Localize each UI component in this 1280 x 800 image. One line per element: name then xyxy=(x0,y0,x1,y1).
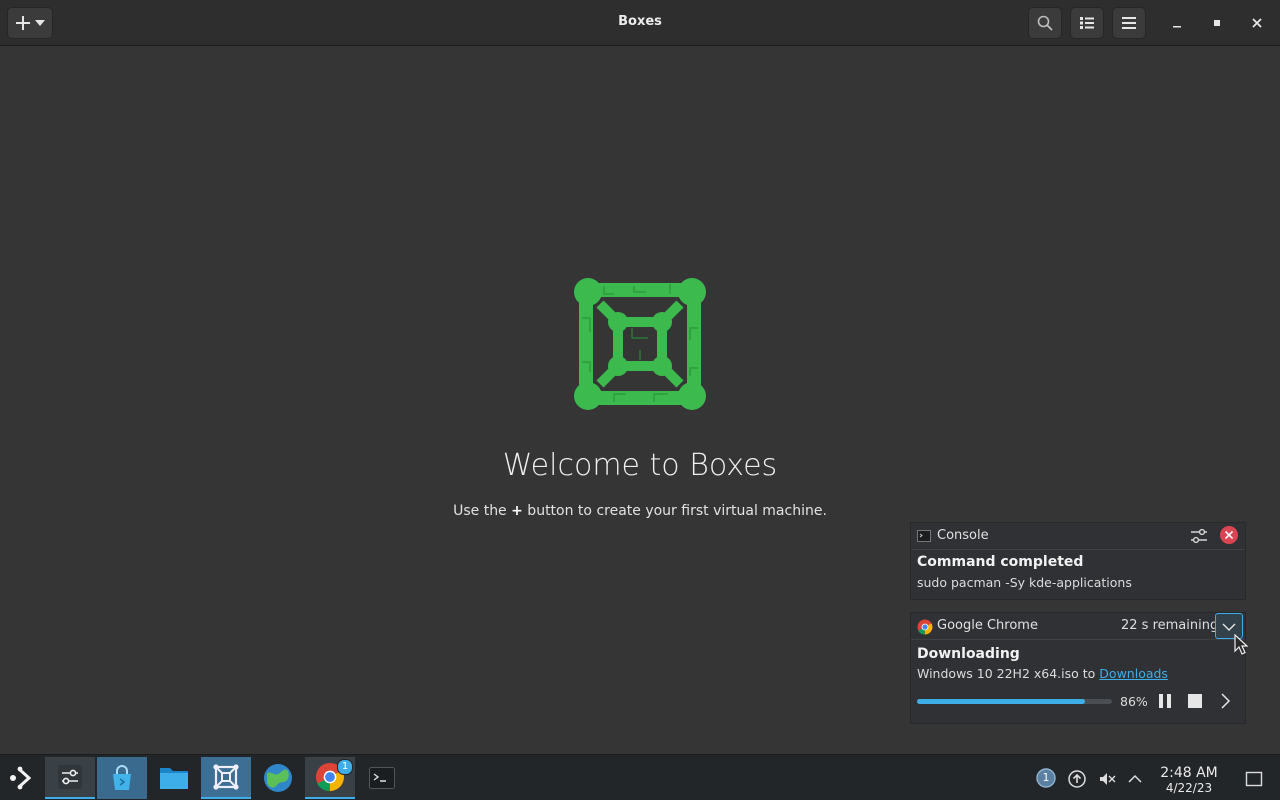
volume-muted-icon[interactable] xyxy=(1098,770,1116,788)
application-launcher-button[interactable] xyxy=(0,757,44,799)
notification-body: Windows 10 22H2 x64.iso to Downloads xyxy=(917,666,1168,681)
tray-badge-count: 1 xyxy=(1042,771,1050,784)
console-app-icon xyxy=(917,530,931,542)
notification-title: Command completed xyxy=(917,554,1084,570)
folder-icon xyxy=(160,768,188,789)
show-hidden-icons-chevron-up-icon[interactable] xyxy=(1126,770,1144,788)
close-window-button[interactable] xyxy=(1247,13,1267,33)
taskbar: 1 1 2:48 AM 4/22/23 xyxy=(0,754,1280,800)
notification-app-name: Google Chrome xyxy=(937,618,1038,633)
boxes-logo-icon xyxy=(574,278,706,410)
taskbar-app-konsole[interactable] xyxy=(357,757,407,799)
close-notification-icon[interactable] xyxy=(1219,525,1239,545)
minimize-icon xyxy=(1173,26,1181,28)
download-progress-bar xyxy=(917,699,1112,704)
notification-header: Google Chrome 22 s remaining xyxy=(911,613,1245,640)
notification-app-name: Console xyxy=(937,528,989,543)
maximize-button[interactable] xyxy=(1207,13,1227,33)
notification-body: sudo pacman -Sy kde-applications xyxy=(917,575,1132,590)
configure-notification-icon[interactable] xyxy=(1190,528,1208,544)
pause-download-icon[interactable] xyxy=(1157,693,1173,709)
system-settings-icon xyxy=(58,765,82,789)
header-bar: Boxes xyxy=(0,0,1280,46)
search-icon xyxy=(1037,15,1053,31)
download-progress-fill xyxy=(917,699,1085,704)
launcher-icon xyxy=(10,766,32,790)
chrome-download-notification[interactable]: Google Chrome 22 s remaining Downloading… xyxy=(910,612,1246,724)
download-progress-label: 86% xyxy=(1120,694,1148,709)
minimize-button[interactable] xyxy=(1167,13,1187,33)
maximize-icon xyxy=(1214,20,1220,26)
show-desktop-icon[interactable] xyxy=(1245,770,1263,788)
terminal-icon xyxy=(369,767,395,789)
console-notification[interactable]: Console Command completed sudo pacman -S… xyxy=(910,522,1246,600)
chrome-badge: 1 xyxy=(337,759,353,775)
welcome-title: Welcome to Boxes xyxy=(502,448,778,483)
boxes-app-icon xyxy=(213,764,239,790)
welcome-subtitle: Use the + button to create your first vi… xyxy=(0,503,1280,519)
discover-store-icon xyxy=(113,765,131,790)
downloads-folder-link[interactable]: Downloads xyxy=(1099,666,1168,681)
taskbar-app-web-browser[interactable] xyxy=(253,757,303,799)
taskbar-app-boxes[interactable] xyxy=(201,757,251,799)
tray-notification-count[interactable]: 1 xyxy=(1036,768,1056,788)
updates-icon[interactable] xyxy=(1068,770,1086,788)
stop-download-icon[interactable] xyxy=(1187,693,1203,709)
clock-time[interactable]: 2:48 AM xyxy=(1150,765,1228,781)
download-time-remaining: 22 s remaining xyxy=(1121,618,1219,633)
main-menu-button[interactable] xyxy=(1112,7,1146,39)
taskbar-app-discover[interactable] xyxy=(97,757,147,799)
view-mode-button[interactable] xyxy=(1070,7,1104,39)
mouse-cursor-icon xyxy=(1234,634,1248,655)
welcome-subtitle-plus: + xyxy=(511,503,523,519)
welcome-subtitle-post: button to create your first virtual mach… xyxy=(522,503,827,519)
globe-icon xyxy=(264,764,292,792)
taskbar-app-system-settings[interactable] xyxy=(45,757,95,799)
taskbar-app-google-chrome[interactable]: 1 xyxy=(305,757,355,799)
clock-date[interactable]: 4/22/23 xyxy=(1150,781,1228,795)
list-view-icon xyxy=(1080,17,1094,29)
notification-title: Downloading xyxy=(917,646,1020,662)
chevron-down-icon xyxy=(1222,623,1236,631)
welcome-subtitle-pre: Use the xyxy=(453,503,512,519)
chrome-app-icon xyxy=(917,619,933,635)
download-file-text: Windows 10 22H2 x64.iso to xyxy=(917,666,1100,681)
close-icon xyxy=(1252,18,1262,28)
taskbar-app-file-manager[interactable] xyxy=(149,757,199,799)
chevron-right-icon[interactable] xyxy=(1219,693,1231,709)
search-button[interactable] xyxy=(1028,7,1062,39)
notification-header: Console xyxy=(911,523,1245,550)
hamburger-menu-icon xyxy=(1122,17,1136,29)
